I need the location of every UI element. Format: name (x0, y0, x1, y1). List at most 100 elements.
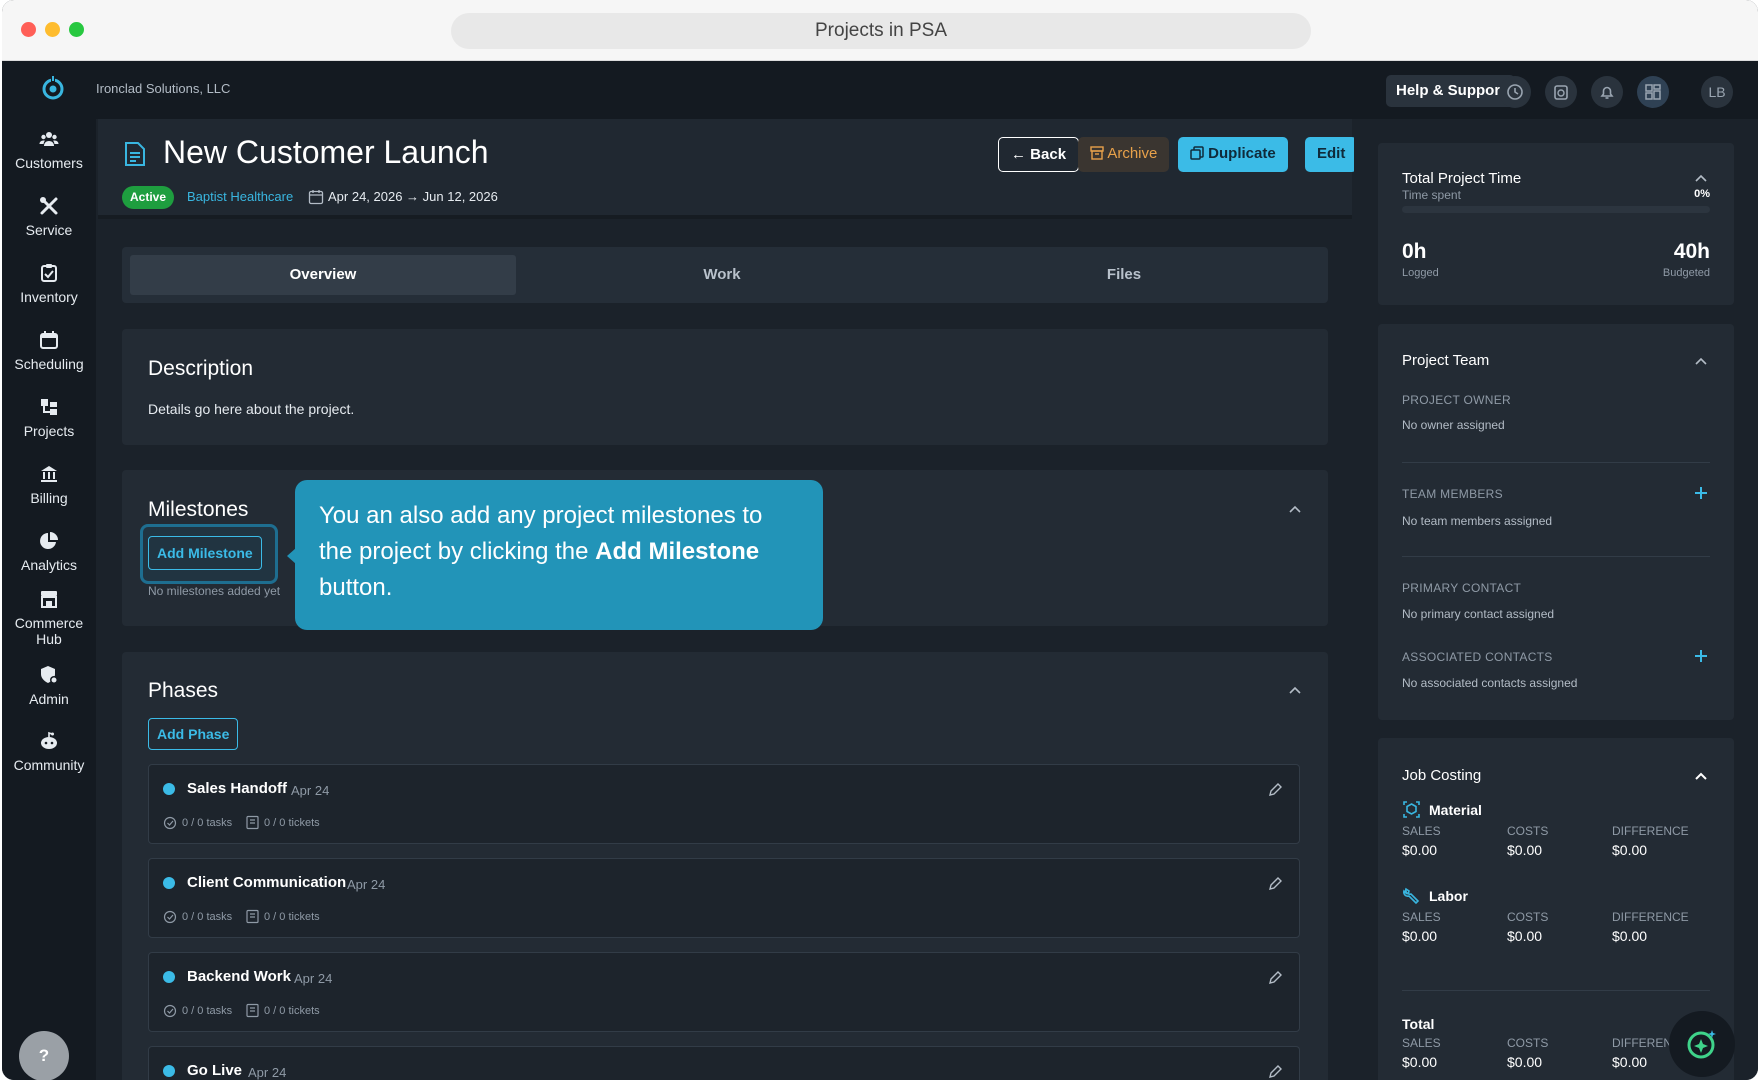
project-header: New Customer Launch Active Baptist Healt… (98, 119, 1358, 219)
help-support-button[interactable]: Help & Support (1386, 75, 1516, 107)
total-sales-value: $0.00 (1402, 1054, 1438, 1070)
sidebar-item-label: Community (13, 757, 85, 773)
material-costs-value: $0.00 (1507, 842, 1543, 858)
add-team-member-icon[interactable] (1694, 486, 1708, 500)
admin-icon (41, 666, 58, 684)
total-costs-label: COSTS (1507, 1036, 1549, 1050)
sidebar-item-label: Analytics (20, 557, 78, 573)
back-button[interactable]: ← Back (998, 137, 1080, 172)
help-button[interactable]: ? (19, 1031, 69, 1080)
phase-row[interactable]: Client Communication Apr 24 0 / 0 tasks … (148, 858, 1300, 938)
sidebar-item-label: Admin (29, 691, 69, 707)
phase-date: Apr 24 (248, 1065, 287, 1080)
ticket-icon (246, 909, 259, 924)
customer-link[interactable]: Baptist Healthcare (187, 189, 293, 204)
arrow-left-icon: ← (1011, 146, 1026, 163)
sidebar-item-customers[interactable]: Customers (2, 129, 96, 171)
history-icon (1507, 84, 1523, 100)
notifications-button[interactable] (1591, 76, 1623, 108)
material-heading: Material (1402, 800, 1482, 820)
tab-bar: Overview Work Files (122, 247, 1328, 303)
task-check-icon (163, 910, 177, 924)
material-difference-value: $0.00 (1612, 842, 1648, 858)
associated-contacts-label: ASSOCIATED CONTACTS (1402, 650, 1553, 664)
organization-name: Ironclad Solutions, LLC (96, 81, 231, 96)
archive-label: Archive (1107, 145, 1158, 162)
logged-label: Logged (1402, 267, 1439, 279)
sidebar-item-commerce-hub[interactable]: Commerce Hub (2, 589, 96, 647)
sidebar-item-service[interactable]: Service (2, 196, 96, 238)
chevron-up-icon[interactable] (1694, 356, 1708, 366)
analytics-icon (40, 532, 58, 549)
logged-value: 0h (1402, 240, 1427, 263)
chevron-up-icon[interactable] (1288, 504, 1302, 514)
sidebar-item-admin[interactable]: Admin (2, 665, 96, 707)
add-associated-contact-icon[interactable] (1694, 649, 1708, 663)
window-title[interactable]: Projects in PSA (451, 13, 1311, 49)
description-text: Details go here about the project. (148, 401, 355, 417)
sidebar-nav: Customers Service Inventory Scheduling P… (2, 119, 96, 1080)
phase-row[interactable]: Sales Handoff Apr 24 0 / 0 tasks 0 / 0 t… (148, 764, 1300, 844)
archive-icon (1090, 146, 1104, 160)
chevron-up-icon[interactable] (1694, 173, 1708, 183)
sidebar-item-projects[interactable]: Projects (2, 397, 96, 439)
sidebar-item-label: Projects (23, 423, 75, 439)
archive-button[interactable]: Archive (1078, 137, 1170, 172)
chevron-up-icon[interactable] (1288, 685, 1302, 695)
maximize-window-button[interactable] (69, 22, 84, 37)
labor-costs-value: $0.00 (1507, 928, 1543, 944)
material-costs-label: COSTS (1507, 824, 1549, 838)
material-sales-label: SALES (1402, 824, 1441, 838)
user-avatar[interactable]: LB (1701, 76, 1733, 108)
ai-assistant-button[interactable] (1669, 1011, 1735, 1077)
sidebar-item-community[interactable]: Community (2, 731, 96, 773)
minimize-window-button[interactable] (45, 22, 60, 37)
labor-difference-label: DIFFERENCE (1612, 910, 1689, 924)
timer-button[interactable] (1545, 76, 1577, 108)
pencil-icon[interactable] (1267, 970, 1283, 986)
project-time-subtitle: Time spent (1402, 188, 1461, 202)
phase-row[interactable]: Backend Work Apr 24 0 / 0 tasks 0 / 0 ti… (148, 952, 1300, 1032)
pencil-icon[interactable] (1267, 876, 1283, 892)
labor-difference-value: $0.00 (1612, 928, 1648, 944)
project-team-title: Project Team (1402, 352, 1490, 369)
sidebar-item-analytics[interactable]: Analytics (2, 531, 96, 573)
material-difference-label: DIFFERENCE (1612, 824, 1689, 838)
sidebar-item-inventory[interactable]: Inventory (2, 263, 96, 305)
sidebar-item-label: Commerce Hub (14, 615, 84, 647)
duplicate-label: Duplicate (1208, 145, 1276, 162)
milestones-title: Milestones (148, 498, 249, 521)
phase-date: Apr 24 (291, 783, 330, 798)
phase-row[interactable]: Go Live Apr 24 (148, 1046, 1300, 1080)
tab-work[interactable]: Work (524, 255, 920, 295)
edit-button[interactable]: Edit (1305, 137, 1358, 172)
sidebar-item-scheduling[interactable]: Scheduling (2, 330, 96, 372)
project-team-card: Project Team PROJECT OWNER No owner assi… (1378, 324, 1734, 720)
labor-heading: Labor (1402, 886, 1468, 906)
calendar-icon (308, 190, 324, 205)
tab-overview[interactable]: Overview (130, 255, 516, 295)
associated-contacts-value: No associated contacts assigned (1402, 676, 1578, 690)
sidebar-item-billing[interactable]: Billing (2, 464, 96, 506)
labor-sales-label: SALES (1402, 910, 1441, 924)
description-title: Description (148, 357, 254, 380)
total-heading: Total (1402, 1016, 1435, 1032)
dashboard-button[interactable] (1637, 76, 1669, 108)
pencil-icon[interactable] (1267, 782, 1283, 798)
material-sales-value: $0.00 (1402, 842, 1438, 858)
add-milestone-button[interactable]: Add Milestone (148, 536, 262, 570)
phase-name: Sales Handoff (187, 780, 288, 797)
divider (1402, 990, 1710, 991)
history-button[interactable] (1499, 76, 1531, 108)
duplicate-button[interactable]: Duplicate (1178, 137, 1288, 172)
back-label: Back (1030, 146, 1067, 163)
chevron-up-icon[interactable] (1694, 771, 1708, 781)
pencil-icon[interactable] (1267, 1064, 1283, 1080)
app-logo-icon[interactable] (40, 75, 66, 101)
tab-files[interactable]: Files (928, 255, 1320, 295)
calendar-icon (40, 331, 58, 349)
sidebar-item-label: Service (25, 222, 73, 238)
task-check-icon (163, 816, 177, 830)
close-window-button[interactable] (21, 22, 36, 37)
add-phase-button[interactable]: Add Phase (148, 718, 239, 750)
